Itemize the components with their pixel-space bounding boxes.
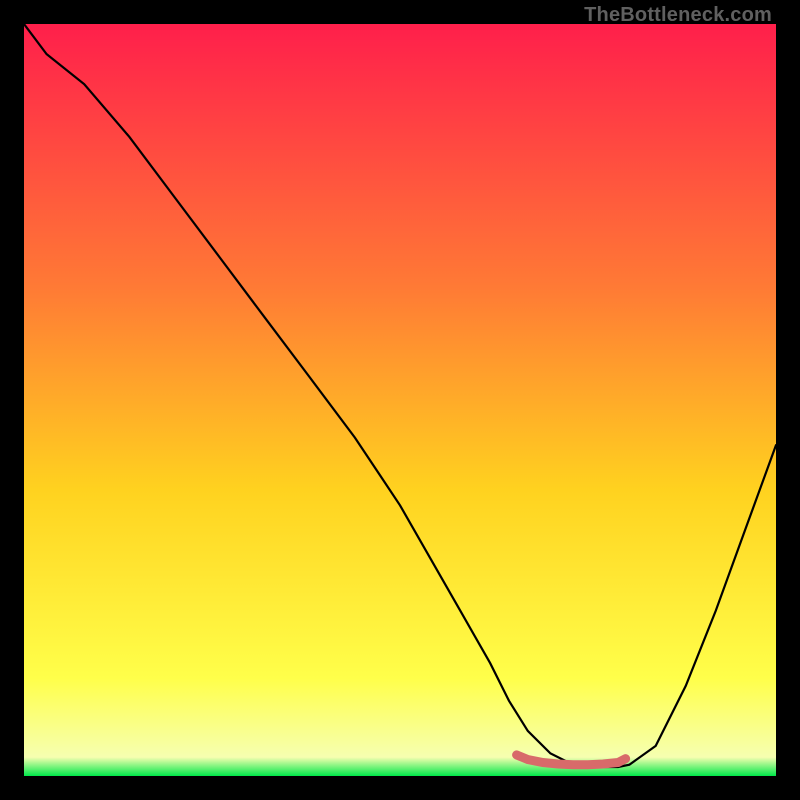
bottleneck-chart [24,24,776,776]
plot-area [24,24,776,776]
gradient-background [24,24,776,776]
chart-frame: TheBottleneck.com [0,0,800,800]
